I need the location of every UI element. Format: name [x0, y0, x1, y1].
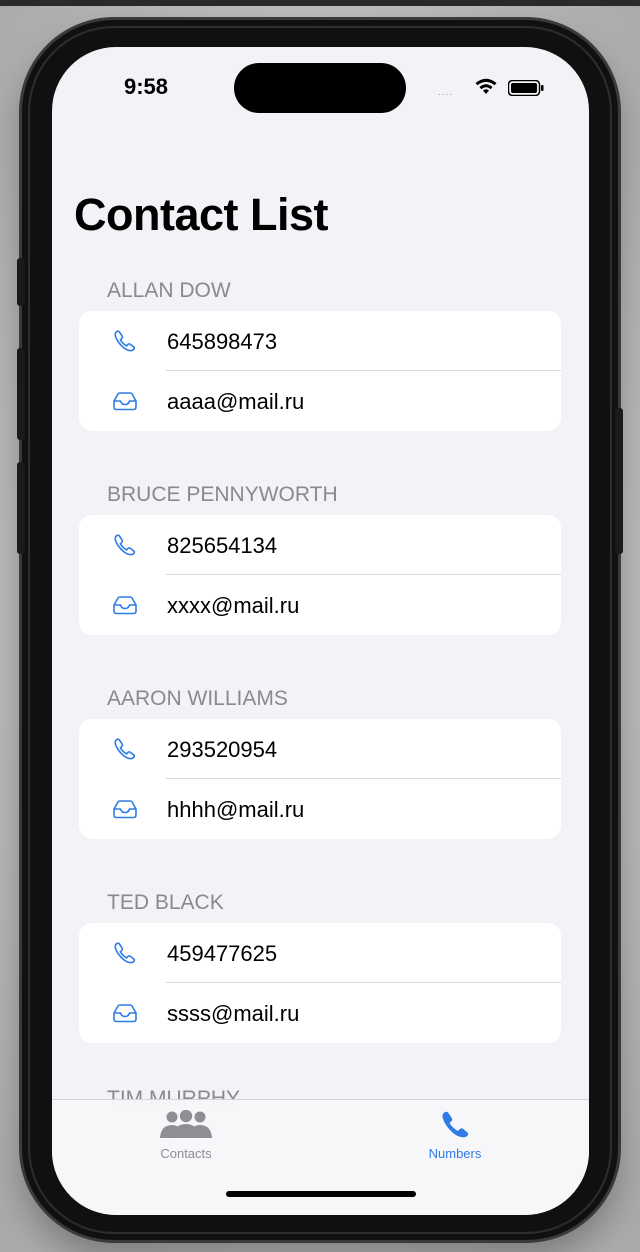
- contact-section: ALLAN DOW 645898473 aaaa@mail.ru: [52, 265, 589, 469]
- window-top-edge: [0, 0, 640, 6]
- contact-card: 645898473 aaaa@mail.ru: [79, 311, 561, 431]
- cellular-signal: ....: [438, 87, 454, 98]
- email-row[interactable]: ssss@mail.ru: [79, 983, 561, 1043]
- tray-icon: [113, 596, 137, 615]
- email-address: ssss@mail.ru: [167, 1001, 300, 1026]
- email-row[interactable]: hhhh@mail.ru: [79, 779, 561, 839]
- contact-card: 293520954 hhhh@mail.ru: [79, 719, 561, 839]
- page-title: Contact List: [74, 189, 329, 240]
- phone-number: 645898473: [167, 329, 278, 354]
- phone-row[interactable]: 293520954: [79, 719, 561, 779]
- tab-contacts[interactable]: Contacts: [116, 1110, 256, 1170]
- phone-row[interactable]: 459477625: [79, 923, 561, 983]
- app-screen: 9:58 .... Contact List ALLAN DOW 6458984…: [52, 47, 589, 1215]
- tab-numbers[interactable]: Numbers: [385, 1110, 525, 1170]
- email-row[interactable]: aaaa@mail.ru: [79, 371, 561, 431]
- contact-name: BRUCE PENNYWORTH: [107, 483, 338, 506]
- volume-down-button: [17, 462, 25, 554]
- email-address: hhhh@mail.ru: [167, 797, 305, 822]
- contact-name: ALLAN DOW: [107, 279, 231, 302]
- tab-bar: Contacts Numbers: [52, 1099, 589, 1215]
- phone-number: 825654134: [167, 533, 278, 558]
- phone-icon: [114, 738, 136, 760]
- contact-card: 825654134 xxxx@mail.ru: [79, 515, 561, 635]
- tray-icon: [113, 392, 137, 411]
- contact-name: AARON WILLIAMS: [107, 687, 288, 710]
- battery-icon: [508, 80, 544, 96]
- phone-icon: [114, 942, 136, 964]
- phone-icon: [114, 330, 136, 352]
- email-address: xxxx@mail.ru: [167, 593, 300, 618]
- phone-row[interactable]: 825654134: [79, 515, 561, 575]
- phone-icon: [114, 534, 136, 556]
- status-time: 9:58: [124, 74, 169, 99]
- phone-number: 459477625: [167, 941, 278, 966]
- tray-icon: [113, 1004, 137, 1023]
- volume-up-button: [17, 348, 25, 440]
- phone-row[interactable]: 645898473: [79, 311, 561, 371]
- contact-section: TED BLACK 459477625 ssss@mail.ru: [52, 877, 589, 1081]
- home-indicator: [226, 1191, 416, 1197]
- dynamic-island: [234, 63, 406, 113]
- contact-name: TED BLACK: [107, 891, 224, 914]
- contact-card: 459477625 ssss@mail.ru: [79, 923, 561, 1043]
- contact-section: BRUCE PENNYWORTH 825654134 xxxx@mail.ru: [52, 469, 589, 673]
- power-button: [615, 408, 623, 554]
- action-button: [17, 258, 25, 306]
- phone-icon: [442, 1111, 469, 1138]
- tray-icon: [113, 800, 137, 819]
- phone-number: 293520954: [167, 737, 278, 762]
- tab-label: Numbers: [428, 1146, 482, 1161]
- contact-list: ALLAN DOW 645898473 aaaa@mail.ru BRUCE P…: [52, 265, 589, 1081]
- wifi-icon: [475, 78, 497, 94]
- contact-section: AARON WILLIAMS 293520954 hhhh@mail.ru: [52, 673, 589, 877]
- email-address: aaaa@mail.ru: [167, 389, 305, 414]
- tab-label: Contacts: [160, 1146, 212, 1161]
- email-row[interactable]: xxxx@mail.ru: [79, 575, 561, 635]
- people-icon: [160, 1110, 212, 1138]
